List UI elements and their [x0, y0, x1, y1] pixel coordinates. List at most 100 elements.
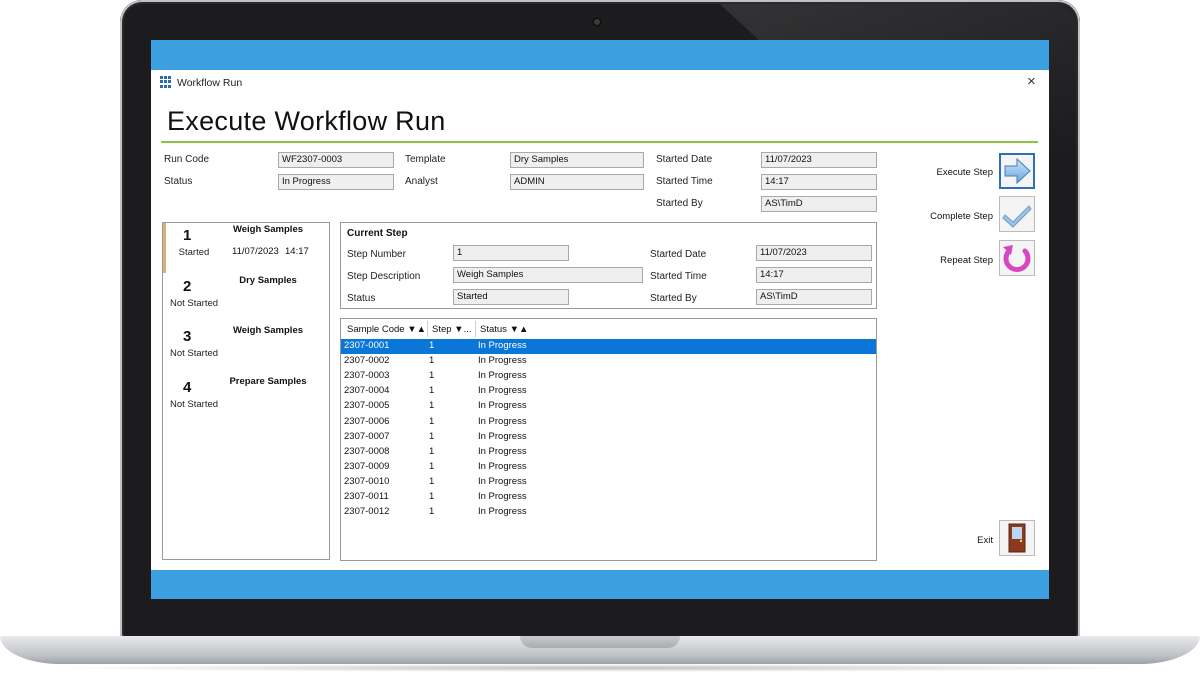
- started-time-label: Started Time: [656, 176, 713, 187]
- status-cell: In Progress: [478, 340, 527, 351]
- step-item-4[interactable]: 4 Not Started Prepare Samples: [163, 375, 329, 425]
- sample-code-cell: 2307-0001: [344, 340, 390, 351]
- active-step-marker: [163, 223, 166, 273]
- column-header-step[interactable]: Step ▼...: [432, 324, 472, 335]
- complete-step-label: Complete Step: [930, 211, 993, 222]
- step-state: Not Started: [169, 298, 219, 309]
- workflow-run-window: Workflow Run × Execute Workflow Run Run …: [151, 70, 1049, 570]
- sample-code-cell: 2307-0005: [344, 400, 390, 412]
- table-row[interactable]: 2307-0007 1 In Progress: [341, 430, 876, 445]
- step-cell: 1: [429, 475, 435, 487]
- template-label: Template: [405, 154, 446, 165]
- sample-code-cell: 2307-0009: [344, 460, 390, 472]
- step-item-3[interactable]: 3 Not Started Weigh Samples: [163, 324, 329, 374]
- repeat-step-button[interactable]: [999, 240, 1035, 276]
- current-step-title: Current Step: [347, 228, 408, 239]
- column-header-status[interactable]: Status ▼▲: [480, 324, 528, 335]
- table-row[interactable]: 2307-0008 1 In Progress: [341, 445, 876, 460]
- current-started-time-field[interactable]: 14:17: [756, 267, 872, 283]
- column-header-sample-code[interactable]: Sample Code ▼▲: [347, 324, 426, 335]
- started-by-field[interactable]: AS\TimD: [761, 196, 877, 212]
- table-row[interactable]: 2307-0011 1 In Progress: [341, 490, 876, 505]
- step-number-field[interactable]: 1: [453, 245, 569, 261]
- table-row[interactable]: 2307-0001 1 In Progress: [341, 339, 876, 354]
- page-title: Execute Workflow Run: [167, 106, 446, 136]
- checkmark-icon: [1002, 205, 1032, 228]
- status-cell: In Progress: [478, 400, 527, 412]
- step-cell: 1: [429, 340, 435, 351]
- status-cell: In Progress: [478, 506, 527, 518]
- sample-code-cell: 2307-0008: [344, 445, 390, 457]
- run-code-field[interactable]: WF2307-0003: [278, 152, 394, 168]
- started-date-field[interactable]: 11/07/2023: [761, 152, 877, 168]
- status-cell: In Progress: [478, 370, 527, 382]
- step-number: 2: [183, 278, 192, 295]
- table-row[interactable]: 2307-0012 1 In Progress: [341, 505, 876, 520]
- door-icon: [1008, 523, 1026, 553]
- execute-step-label: Execute Step: [936, 167, 993, 178]
- circular-arrow-icon: [1003, 245, 1031, 272]
- step-cell: 1: [429, 460, 435, 472]
- complete-step-button[interactable]: [999, 196, 1035, 232]
- current-started-by-field[interactable]: AS\TimD: [756, 289, 872, 305]
- sample-code-cell: 2307-0006: [344, 415, 390, 427]
- status-cell: In Progress: [478, 385, 527, 397]
- status-cell: In Progress: [478, 491, 527, 502]
- template-field[interactable]: Dry Samples: [510, 152, 644, 168]
- table-row[interactable]: 2307-0004 1 In Progress: [341, 384, 876, 399]
- exit-button[interactable]: [999, 520, 1035, 556]
- step-number: 4: [183, 379, 192, 396]
- analyst-field[interactable]: ADMIN: [510, 174, 644, 190]
- step-date: 11/07/2023: [232, 246, 279, 257]
- step-cell: 1: [429, 355, 435, 367]
- execute-step-button[interactable]: [999, 153, 1035, 189]
- step-number-label: Step Number: [347, 249, 406, 260]
- grid-header: Sample Code ▼▲ Step ▼... Status ▼▲: [341, 319, 876, 339]
- step-cell: 1: [429, 370, 435, 382]
- arrow-right-icon: [1004, 157, 1031, 185]
- step-time: 14:17: [285, 246, 309, 257]
- sample-code-cell: 2307-0010: [344, 475, 390, 487]
- current-started-time-label: Started Time: [650, 271, 707, 282]
- step-name: Weigh Samples: [232, 224, 304, 235]
- analyst-label: Analyst: [405, 176, 438, 187]
- column-separator[interactable]: [475, 321, 476, 337]
- samples-grid: Sample Code ▼▲ Step ▼... Status ▼▲ 2307-…: [340, 318, 877, 561]
- step-description-field[interactable]: Weigh Samples: [453, 267, 643, 283]
- bottom-accent-bar: [151, 570, 1049, 599]
- step-number: 3: [183, 328, 192, 345]
- table-row[interactable]: 2307-0006 1 In Progress: [341, 415, 876, 430]
- window-title: Workflow Run: [177, 77, 243, 89]
- laptop-notch: [520, 636, 680, 648]
- repeat-step-label: Repeat Step: [940, 255, 993, 266]
- step-name: Prepare Samples: [229, 376, 307, 387]
- step-item-1[interactable]: 1 Started Weigh Samples 11/07/2023 14:17: [163, 223, 329, 273]
- started-time-field[interactable]: 14:17: [761, 174, 877, 190]
- step-cell: 1: [429, 445, 435, 457]
- table-row[interactable]: 2307-0005 1 In Progress: [341, 399, 876, 414]
- table-row[interactable]: 2307-0002 1 In Progress: [341, 354, 876, 369]
- heading-divider: [161, 141, 1038, 143]
- step-name: Dry Samples: [239, 275, 297, 286]
- sample-code-cell: 2307-0012: [344, 506, 390, 518]
- status-label: Status: [164, 176, 193, 187]
- sample-code-cell: 2307-0002: [344, 355, 390, 367]
- sample-code-cell: 2307-0003: [344, 370, 390, 382]
- webcam: [592, 17, 602, 27]
- current-status-label: Status: [347, 293, 376, 304]
- screen: Workflow Run × Execute Workflow Run Run …: [151, 40, 1049, 599]
- status-cell: In Progress: [478, 460, 527, 472]
- app-grid-icon: [160, 76, 172, 88]
- close-icon[interactable]: ×: [1027, 73, 1036, 90]
- table-row[interactable]: 2307-0009 1 In Progress: [341, 460, 876, 475]
- current-started-date-field[interactable]: 11/07/2023: [756, 245, 872, 261]
- step-state: Started: [178, 247, 210, 258]
- current-status-field[interactable]: Started: [453, 289, 569, 305]
- column-separator[interactable]: [427, 321, 428, 337]
- laptop-shadow: [40, 664, 1160, 672]
- status-field[interactable]: In Progress: [278, 174, 394, 190]
- table-row[interactable]: 2307-0010 1 In Progress: [341, 475, 876, 490]
- step-description-label: Step Description: [347, 271, 421, 282]
- table-row[interactable]: 2307-0003 1 In Progress: [341, 369, 876, 384]
- step-item-2[interactable]: 2 Not Started Dry Samples: [163, 274, 329, 324]
